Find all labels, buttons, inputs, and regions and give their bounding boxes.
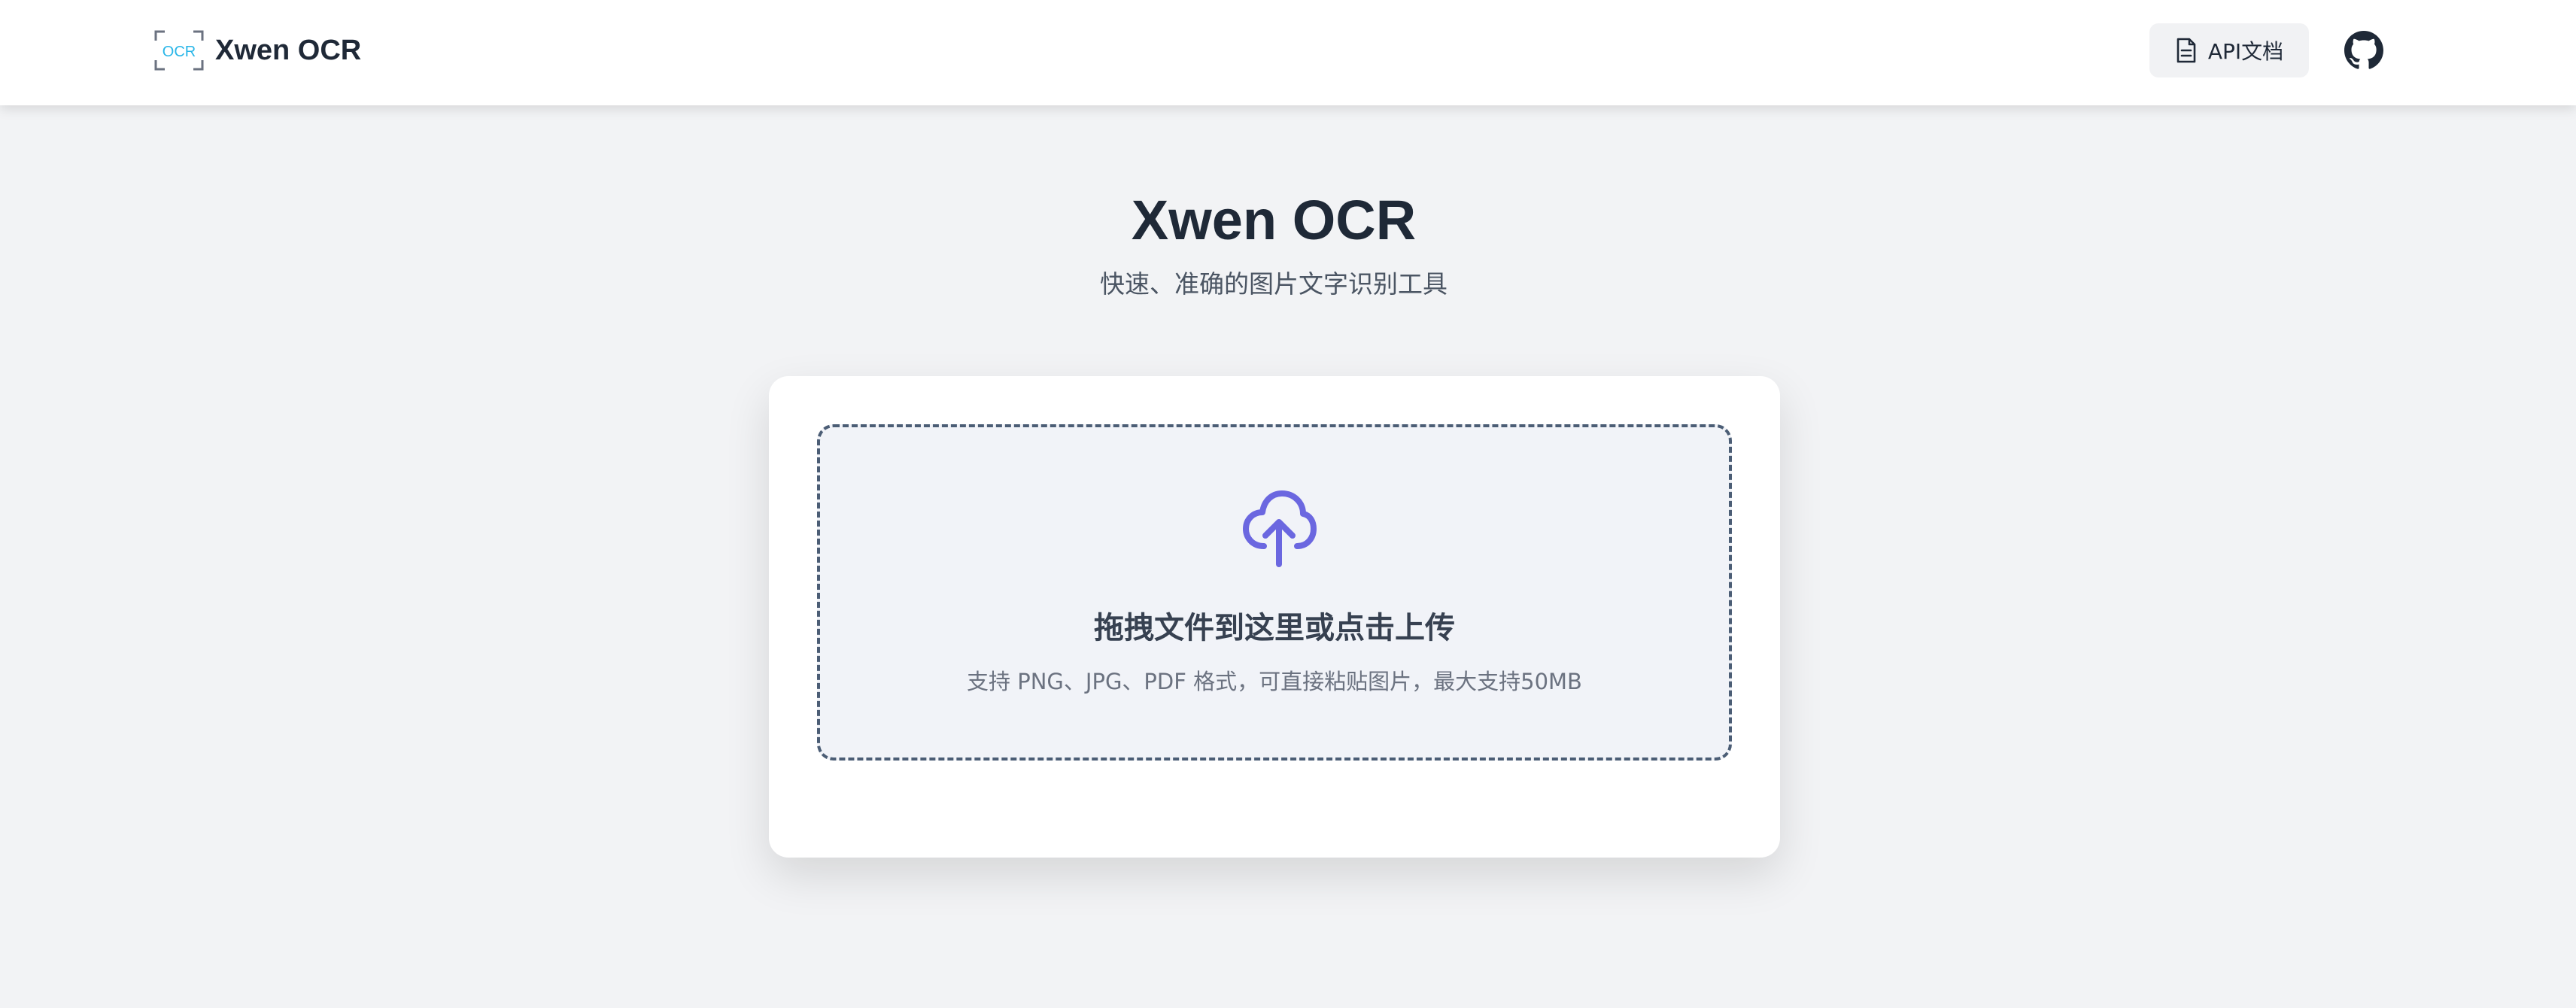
top-navbar: OCR Xwen OCR API文档 <box>0 0 2576 105</box>
app-name[interactable]: Xwen OCR <box>215 32 361 69</box>
api-docs-label: API文档 <box>2207 39 2284 64</box>
logo-ocr-text: OCR <box>163 44 196 60</box>
page-subtitle: 快速、准确的图片文字识别工具 <box>1100 269 1447 299</box>
upload-title: 拖拽文件到这里或点击上传 <box>1094 611 1455 645</box>
document-icon <box>2177 38 2196 63</box>
github-icon[interactable] <box>2344 31 2383 70</box>
page-title: Xwen OCR <box>1131 189 1417 251</box>
upload-dropzone[interactable]: 拖拽文件到这里或点击上传 支持 PNG、JPG、PDF 格式，可直接粘贴图片，最… <box>817 424 1732 761</box>
ocr-logo-icon[interactable]: OCR <box>154 30 204 71</box>
cloud-upload-icon <box>1243 490 1317 567</box>
upload-card: 拖拽文件到这里或点击上传 支持 PNG、JPG、PDF 格式，可直接粘贴图片，最… <box>769 376 1780 858</box>
api-docs-button[interactable]: API文档 <box>2149 23 2309 77</box>
upload-hint: 支持 PNG、JPG、PDF 格式，可直接粘贴图片，最大支持50MB <box>967 669 1582 694</box>
